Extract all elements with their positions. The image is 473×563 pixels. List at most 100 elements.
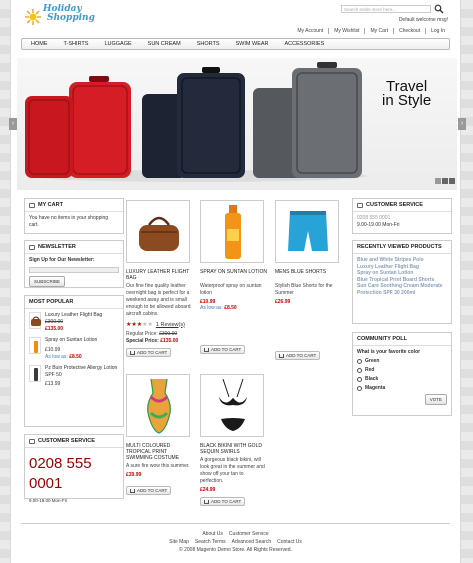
footer-site-map-link[interactable]: Site Map bbox=[166, 539, 192, 545]
store-logo[interactable]: Holiday Shopping bbox=[25, 5, 115, 31]
product-image[interactable] bbox=[200, 374, 264, 437]
nav-luggage[interactable]: LUGGAGE bbox=[96, 41, 139, 47]
recent-item-link[interactable]: Sun Care Soothing Cream Moderate Protect… bbox=[357, 283, 447, 296]
add-to-cart-label: ADD TO CART bbox=[137, 488, 168, 493]
logo-line-2: Shopping bbox=[47, 13, 95, 23]
product-description: Stylish Blue Shorts for the Summer bbox=[275, 283, 333, 296]
radio-icon[interactable] bbox=[357, 386, 362, 391]
poll-option-red[interactable]: Red bbox=[357, 367, 447, 374]
list-item[interactable]: Pz Buin Protective Allergy Lotion SPF 50… bbox=[29, 365, 119, 388]
product-price: £26.99 bbox=[275, 299, 291, 305]
list-item[interactable]: Spray on Suntan Lotion £10.99 As low as: £… bbox=[29, 337, 119, 361]
nav-home[interactable]: HOME bbox=[22, 41, 56, 47]
product-image[interactable] bbox=[126, 200, 190, 263]
footer-contact-us-link[interactable]: Contact Us bbox=[274, 539, 305, 545]
product-name[interactable]: LUXURY LEATHER FLIGHT BAG bbox=[126, 269, 194, 281]
radio-icon[interactable] bbox=[357, 377, 362, 382]
footer-advanced-search-link[interactable]: Advanced Search bbox=[229, 539, 274, 545]
product-description: A gorgeous black bikini, will look great… bbox=[200, 457, 265, 484]
footer-copyright: © 2008 Magento Demo Store. All Rights Re… bbox=[179, 547, 292, 553]
welcome-message: Default welcome msg! bbox=[398, 17, 448, 23]
poll-option-label: Magenta bbox=[365, 385, 386, 391]
banner-prev-arrow-icon[interactable]: ‹ bbox=[9, 118, 17, 130]
list-item[interactable]: Luxury Leather Flight Bag £300.00 £135.00 bbox=[29, 312, 119, 333]
product-name[interactable]: MULTI COLOURED TROPICAL PRINT SWIMMING C… bbox=[126, 443, 194, 461]
vote-button[interactable]: VOTE bbox=[424, 394, 447, 405]
popular-item-price: £135.00 bbox=[45, 326, 64, 332]
radio-icon[interactable] bbox=[357, 359, 362, 364]
add-to-cart-button[interactable]: ADD TO CART bbox=[126, 486, 172, 495]
product-description: A sure fire wow this summer. bbox=[126, 463, 190, 469]
nav-swim-wear[interactable]: SWIM WEAR bbox=[228, 41, 277, 47]
footer-customer-service-link[interactable]: Customer Service bbox=[226, 531, 272, 537]
checkout-link[interactable]: Checkout bbox=[392, 28, 425, 34]
most-popular-block: MOST POPULAR Luxury Leather Flight Bag £3… bbox=[24, 295, 124, 427]
product-name[interactable]: MENS BLUE SHORTS bbox=[275, 269, 343, 281]
my-cart-link[interactable]: My Cart bbox=[364, 28, 393, 34]
nav-t-shirts[interactable]: T-SHIRTS bbox=[56, 41, 97, 47]
banner-next-arrow-icon[interactable]: › bbox=[458, 118, 466, 130]
lotion-thumbnail[interactable] bbox=[29, 337, 41, 354]
customer-service-title: CUSTOMER SERVICE bbox=[366, 202, 423, 208]
cart-icon bbox=[130, 488, 135, 493]
product-image[interactable] bbox=[126, 374, 190, 437]
community-poll-block: COMMUNITY POLL What is your favorite col… bbox=[352, 332, 452, 416]
my-cart-heading: MY CART bbox=[25, 199, 123, 212]
poll-option-magenta[interactable]: Magenta bbox=[357, 385, 447, 392]
subscribe-button[interactable]: SUBSCRIBE bbox=[29, 276, 66, 287]
product-low-price: £8.50 bbox=[224, 305, 237, 311]
rating-stars-icon: ★★★★★ bbox=[126, 322, 153, 328]
nav-shorts[interactable]: SHORTS bbox=[189, 41, 228, 47]
sunscreen-thumbnail[interactable] bbox=[29, 365, 41, 382]
add-to-cart-button[interactable]: ADD TO CART bbox=[200, 345, 246, 354]
product-name[interactable]: SPRAY ON SUNTAN LOTION bbox=[200, 269, 268, 281]
popular-item-name[interactable]: Luxury Leather Flight Bag bbox=[45, 312, 102, 319]
poll-option-black[interactable]: Black bbox=[357, 376, 447, 383]
newsletter-block: NEWSLETTER Sign Up for Our Newsletter: S… bbox=[24, 240, 124, 288]
add-to-cart-button[interactable]: ADD TO CART bbox=[275, 351, 321, 360]
banner-dot-1[interactable] bbox=[435, 178, 441, 184]
regular-price: £300.00 bbox=[159, 331, 178, 337]
customer-service-left: CUSTOMER SERVICE 0208 555 0001 9.00-19.0… bbox=[24, 434, 124, 503]
account-links: My Account My Wishlist My Cart Checkout … bbox=[292, 28, 450, 34]
footer-search-terms-link[interactable]: Search Terms bbox=[192, 539, 229, 545]
hero-banner[interactable]: Travel in Style bbox=[17, 58, 457, 190]
my-wishlist-link[interactable]: My Wishlist bbox=[328, 28, 364, 34]
newsletter-heading: NEWSLETTER bbox=[25, 241, 123, 254]
my-account-link[interactable]: My Account bbox=[292, 28, 328, 34]
customer-service-right: CUSTOMER SERVICE 0208 555 0001 9.00-19.0… bbox=[352, 198, 452, 234]
poll-option-green[interactable]: Green bbox=[357, 358, 447, 365]
cart-icon bbox=[130, 350, 135, 355]
newsletter-email-input[interactable] bbox=[29, 267, 119, 273]
add-to-cart-button[interactable]: ADD TO CART bbox=[126, 348, 172, 357]
product-image[interactable] bbox=[275, 200, 339, 263]
nav-accessories[interactable]: ACCESSORIES bbox=[277, 41, 333, 47]
log-in-link[interactable]: Log In bbox=[425, 28, 450, 34]
as-low-as-label: As low as: bbox=[200, 305, 223, 311]
logo-text: Holiday Shopping bbox=[43, 5, 95, 23]
reviews-link[interactable]: 1 Review(s) bbox=[156, 322, 185, 328]
cart-icon bbox=[279, 353, 284, 358]
add-to-cart-label: ADD TO CART bbox=[211, 347, 242, 352]
my-cart-text: You have no items in your shopping cart. bbox=[29, 215, 109, 228]
radio-icon[interactable] bbox=[357, 368, 362, 373]
special-price-label: Special Price: bbox=[126, 338, 159, 344]
banner-dot-2[interactable] bbox=[442, 178, 448, 184]
poll-option-label: Green bbox=[365, 358, 380, 364]
popular-item-name[interactable]: Pz Buin Protective Allergy Lotion SPF 50 bbox=[45, 365, 119, 379]
as-low-as-label: As low as: bbox=[45, 354, 68, 360]
nav-sun-cream[interactable]: SUN CREAM bbox=[140, 41, 189, 47]
product-image[interactable] bbox=[200, 200, 264, 263]
banner-dot-3[interactable] bbox=[449, 178, 455, 184]
cart-icon bbox=[29, 202, 35, 208]
footer-about-us-link[interactable]: About Us bbox=[199, 531, 226, 537]
add-to-cart-button[interactable]: ADD TO CART bbox=[200, 497, 246, 506]
envelope-icon bbox=[29, 244, 35, 250]
add-to-cart-label: ADD TO CART bbox=[211, 499, 242, 504]
popular-item-name[interactable]: Spray on Suntan Lotion bbox=[45, 337, 97, 344]
product-name[interactable]: BLACK BIKINI WITH GOLD SEQUIN SWIRLS bbox=[200, 443, 268, 455]
search-input[interactable]: Search entire store here... bbox=[341, 5, 431, 13]
bag-thumbnail[interactable] bbox=[29, 312, 41, 329]
search-icon[interactable] bbox=[434, 4, 444, 14]
popular-item-price: £13.99 bbox=[45, 381, 61, 387]
